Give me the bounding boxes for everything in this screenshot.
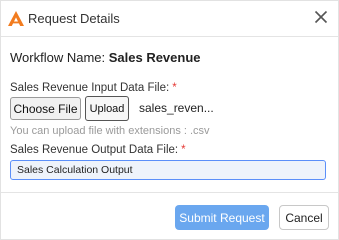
required-marker: * [181,144,186,156]
submit-request-button[interactable]: Submit Request [175,205,269,230]
request-details-dialog: Request Details Workflow Name: Sales Rev… [0,0,339,240]
close-icon[interactable] [313,9,329,25]
workflow-name: Workflow Name: Sales Revenue [10,50,201,65]
selected-file-name: sales_reven... [139,101,214,115]
dialog-title: Request Details [28,11,120,26]
output-file-label-text: Sales Revenue Output Data File: [10,144,179,156]
workflow-name-label: Workflow Name: [10,50,109,65]
workflow-name-value: Sales Revenue [108,50,201,65]
file-extension-hint: You can upload file with extensions : .c… [10,125,210,137]
upload-button[interactable]: Upload [85,96,129,121]
choose-file-button[interactable]: Choose File [10,97,81,120]
input-file-label-text: Sales Revenue Input Data File: [10,82,170,94]
input-file-label: Sales Revenue Input Data File: * [10,82,177,94]
cancel-button[interactable]: Cancel [279,205,329,230]
dialog-header: Request Details [1,1,338,37]
brand-logo-icon [8,11,24,26]
output-file-label: Sales Revenue Output Data File: * [10,144,186,156]
required-marker: * [172,82,177,94]
output-file-input[interactable] [10,160,326,180]
footer-divider [1,192,338,193]
